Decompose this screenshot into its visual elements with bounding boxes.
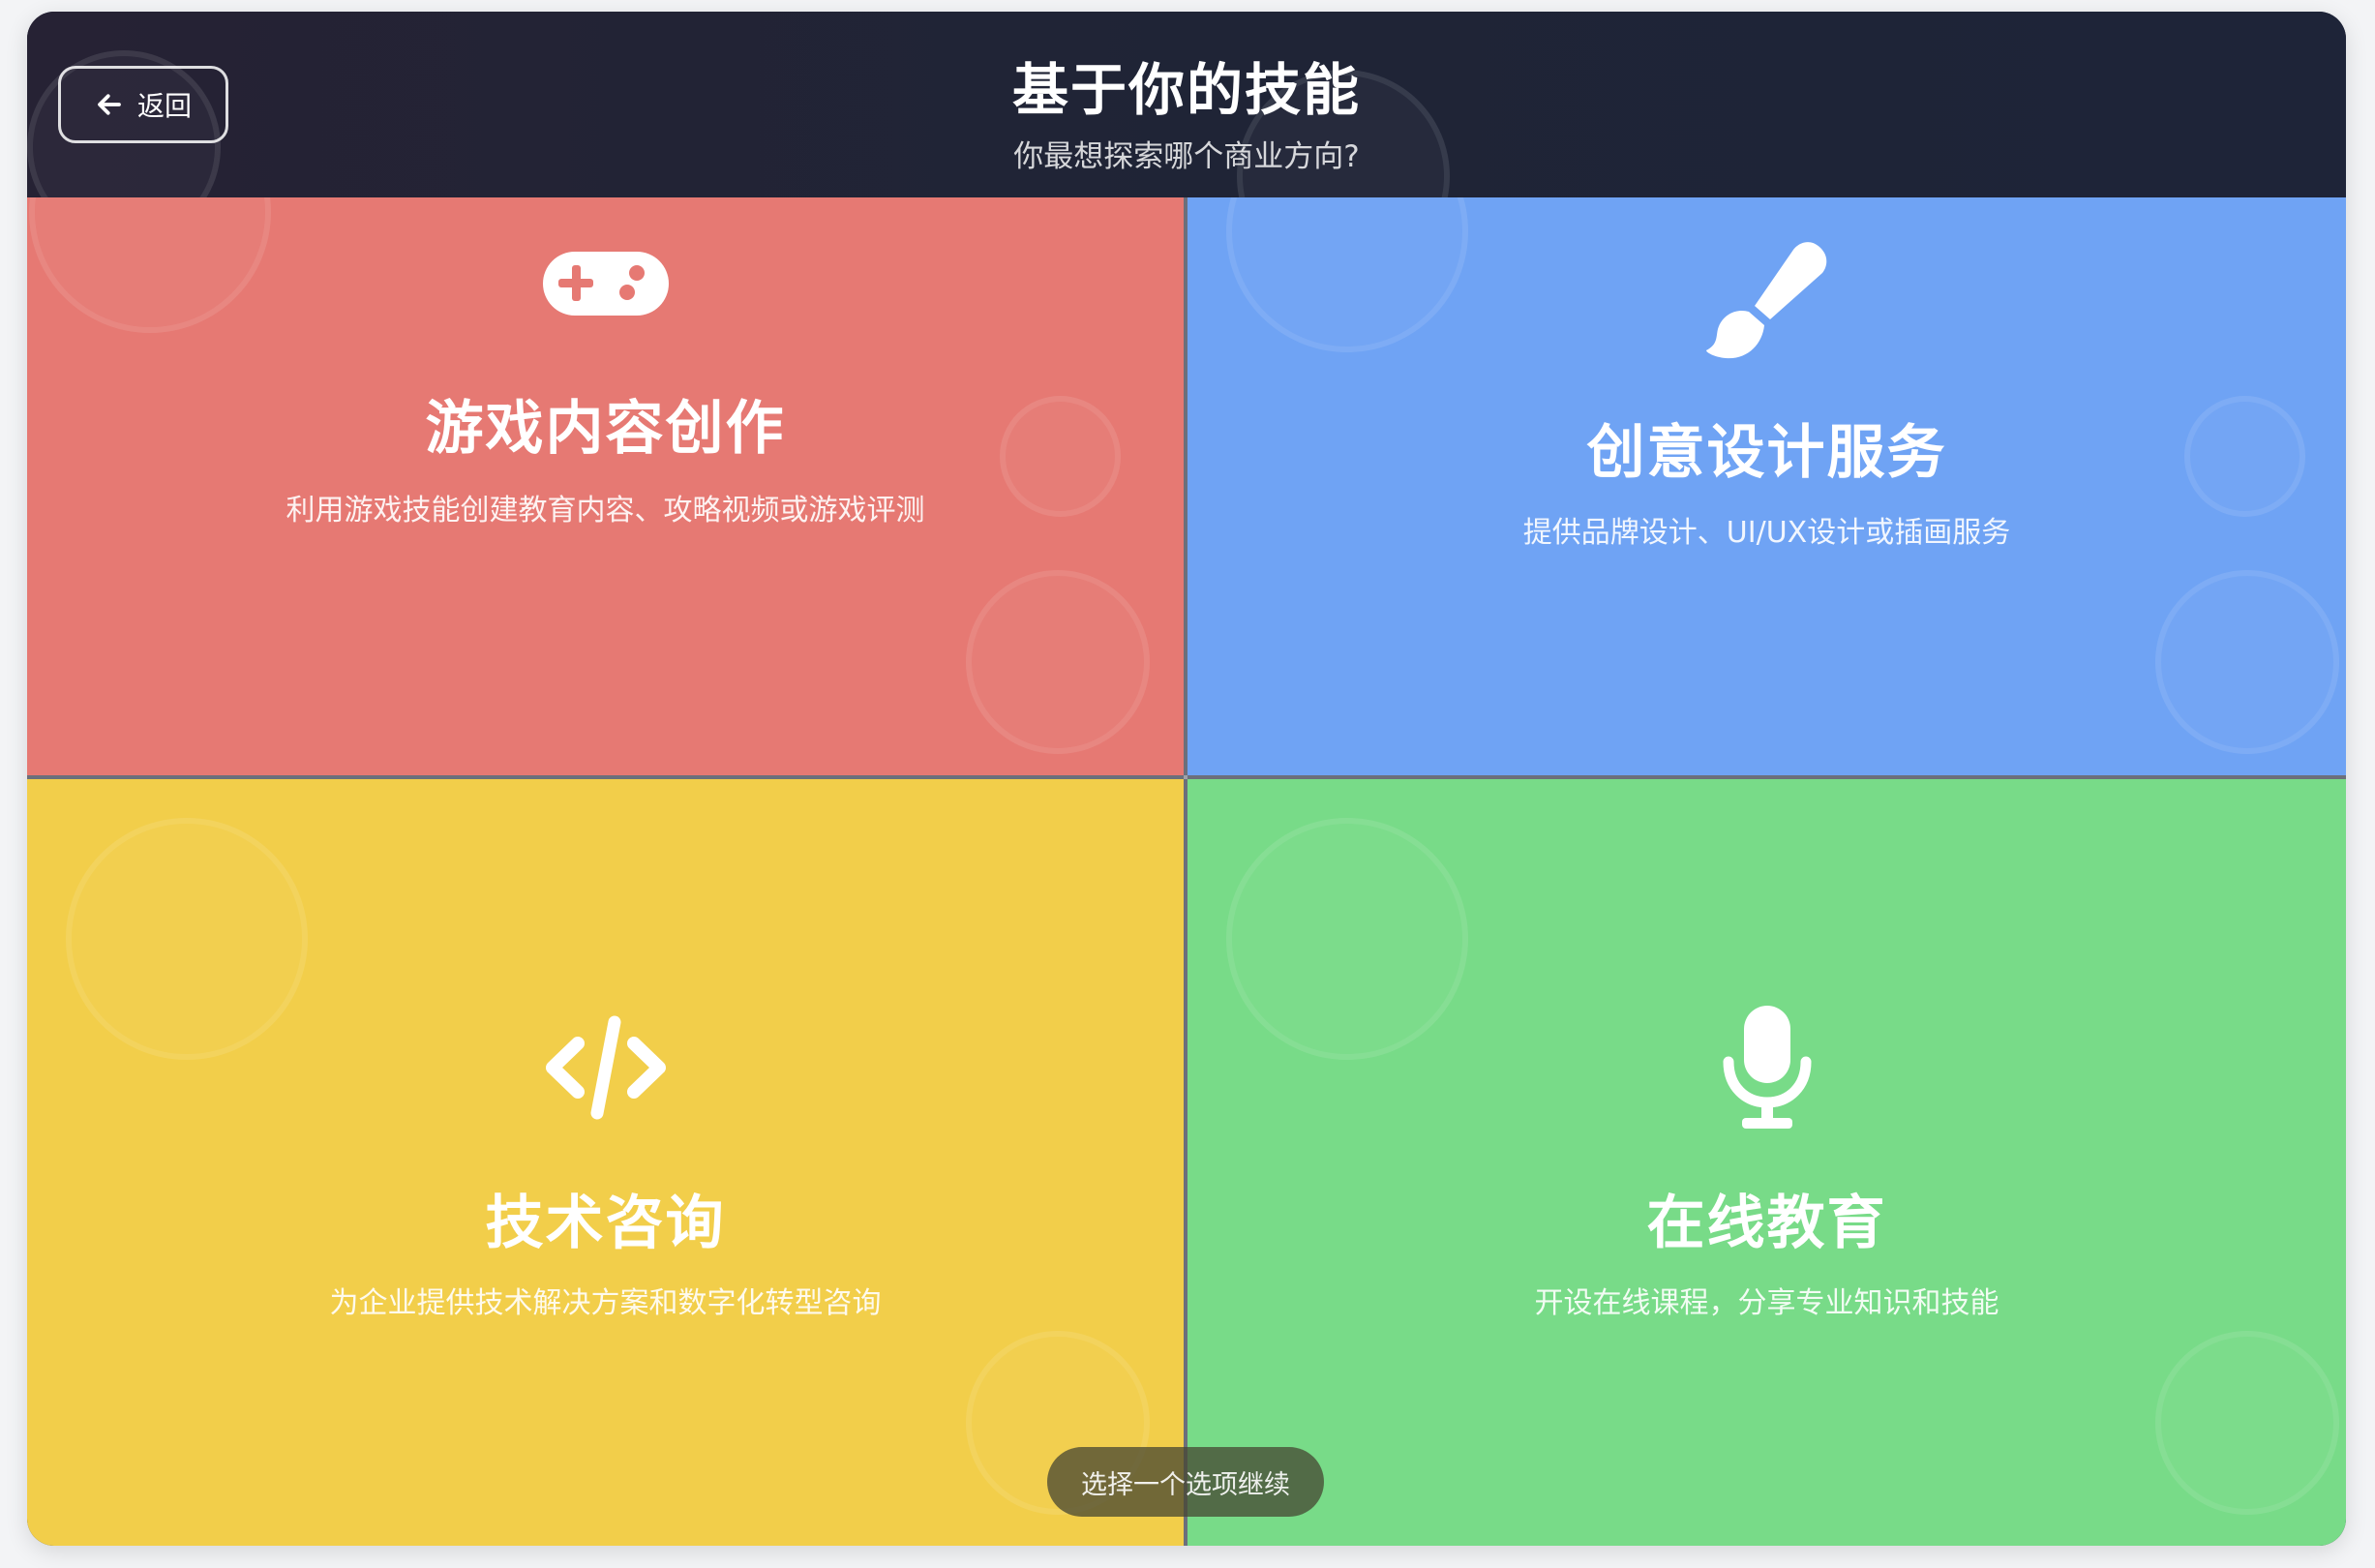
grid-divider-vertical (1184, 197, 1188, 1546)
option-card-game[interactable]: 游戏内容创作 利用游戏技能创建教育内容、攻略视频或游戏评测 (27, 197, 1184, 775)
options-grid: 游戏内容创作 利用游戏技能创建教育内容、攻略视频或游戏评测 创意设计服务 提供品… (27, 197, 2346, 1546)
app-window: 返回 基于你的技能 你最想探索哪个商业方向? 游戏内容创作 利用游戏技能创建教育… (27, 12, 2346, 1546)
option-card-tech[interactable]: 技术咨询 为企业提供技术解决方案和数字化转型咨询 (27, 779, 1184, 1546)
decorative-bubble (29, 197, 271, 333)
header: 返回 基于你的技能 你最想探索哪个商业方向? (27, 12, 2346, 197)
option-description: 利用游戏技能创建教育内容、攻略视频或游戏评测 (286, 494, 925, 528)
page-subtitle: 你最想探索哪个商业方向? (1013, 139, 1360, 174)
option-title: 创意设计服务 (1586, 419, 1947, 487)
code-icon (545, 1015, 666, 1120)
paintbrush-icon (1705, 242, 1826, 359)
option-title: 技术咨询 (485, 1190, 726, 1257)
microphone-icon (1723, 1006, 1811, 1129)
option-description: 开设在线课程，分享专业知识和技能 (1534, 1286, 1999, 1320)
decorative-bubble (966, 570, 1150, 754)
decorative-bubble (1226, 818, 1468, 1060)
option-description: 提供品牌设计、UI/UX设计或插画服务 (1522, 516, 2011, 550)
option-title: 在线教育 (1646, 1190, 1887, 1257)
decorative-bubble (66, 818, 308, 1060)
grid-divider-horizontal (27, 775, 2346, 779)
decorative-bubble (2155, 570, 2339, 754)
decorative-bubble (2155, 1331, 2339, 1515)
option-title: 游戏内容创作 (425, 395, 786, 463)
decorative-bubble (1226, 197, 1468, 352)
gamepad-icon (542, 252, 669, 316)
option-card-education[interactable]: 在线教育 开设在线课程，分享专业知识和技能 (1188, 779, 2346, 1546)
page-title: 基于你的技能 (1011, 57, 1361, 123)
option-card-design[interactable]: 创意设计服务 提供品牌设计、UI/UX设计或插画服务 (1188, 197, 2346, 775)
option-description: 为企业提供技术解决方案和数字化转型咨询 (329, 1286, 882, 1320)
selection-hint: 选择一个选项继续 (1047, 1447, 1324, 1517)
